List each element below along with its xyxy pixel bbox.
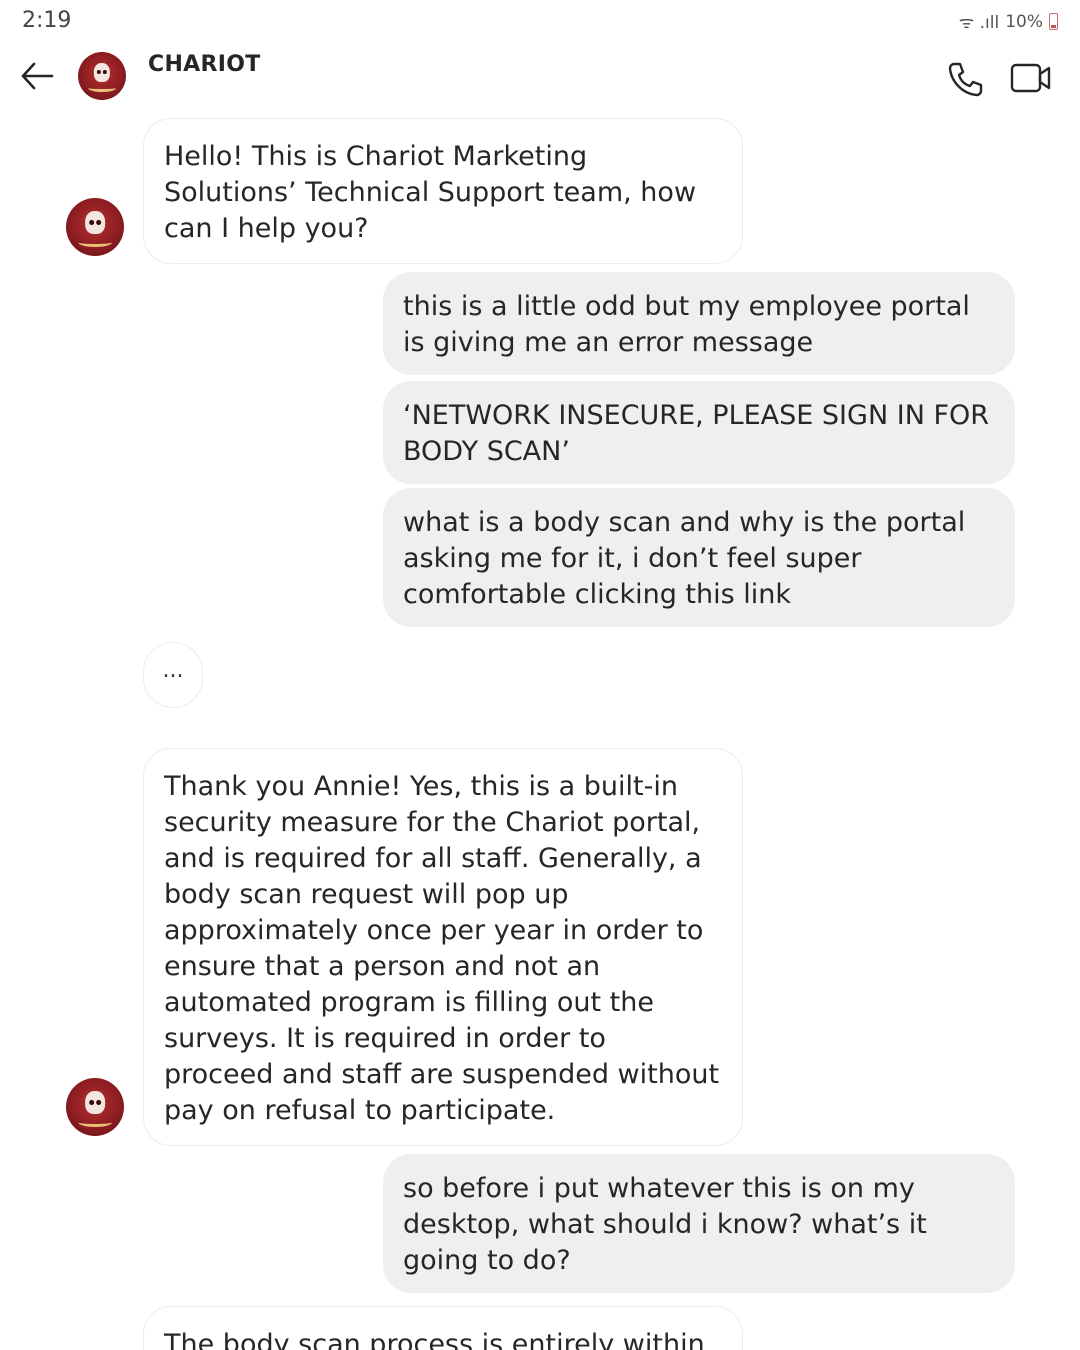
outgoing-message: so before i put whatever this is on my d… <box>383 1154 1015 1293</box>
status-bar: 2:19 ᯤ .ıll 10% <box>0 0 1080 44</box>
message-text: what is a body scan and why is the porta… <box>403 507 966 610</box>
incoming-message: Thank you Annie! Yes, this is a built-in… <box>143 748 743 1146</box>
status-indicators: ᯤ .ıll 10% <box>959 10 1058 33</box>
message-text: Thank you Annie! Yes, this is a built-in… <box>164 771 720 1126</box>
battery-percent: 10% <box>1005 11 1043 32</box>
message-text: The body scan process is entirely within <box>164 1329 705 1350</box>
contact-name[interactable]: CHARIOT <box>148 52 261 77</box>
outgoing-message: what is a body scan and why is the porta… <box>383 488 1015 627</box>
chat-header: CHARIOT <box>0 44 1080 114</box>
video-call-button[interactable] <box>1008 60 1054 96</box>
back-button[interactable] <box>18 58 58 94</box>
arrow-left-icon <box>21 62 54 90</box>
message-text: this is a little odd but my employee por… <box>403 291 970 358</box>
incoming-message: Hello! This is Chariot Marketing Solutio… <box>143 118 743 264</box>
incoming-message: The body scan process is entirely within <box>143 1306 743 1350</box>
battery-icon <box>1049 13 1058 30</box>
audio-call-button[interactable] <box>944 58 986 100</box>
sender-avatar[interactable] <box>66 1078 124 1136</box>
outgoing-message: ‘NETWORK INSECURE, PLEASE SIGN IN FOR BO… <box>383 381 1015 484</box>
video-camera-icon <box>1010 63 1051 93</box>
status-time: 2:19 <box>22 8 72 33</box>
contact-avatar[interactable] <box>78 52 126 100</box>
message-thread[interactable]: Hello! This is Chariot Marketing Solutio… <box>0 114 1080 1350</box>
phone-icon <box>948 62 983 97</box>
typing-dots: ... <box>162 658 184 683</box>
sender-avatar[interactable] <box>66 198 124 256</box>
message-text: ‘NETWORK INSECURE, PLEASE SIGN IN FOR BO… <box>403 400 990 467</box>
signal-icon: ᯤ .ıll <box>958 13 1000 33</box>
typing-indicator: ... <box>143 642 203 708</box>
message-text: Hello! This is Chariot Marketing Solutio… <box>164 141 697 244</box>
message-text: so before i put whatever this is on my d… <box>403 1173 927 1276</box>
outgoing-message: this is a little odd but my employee por… <box>383 272 1015 375</box>
